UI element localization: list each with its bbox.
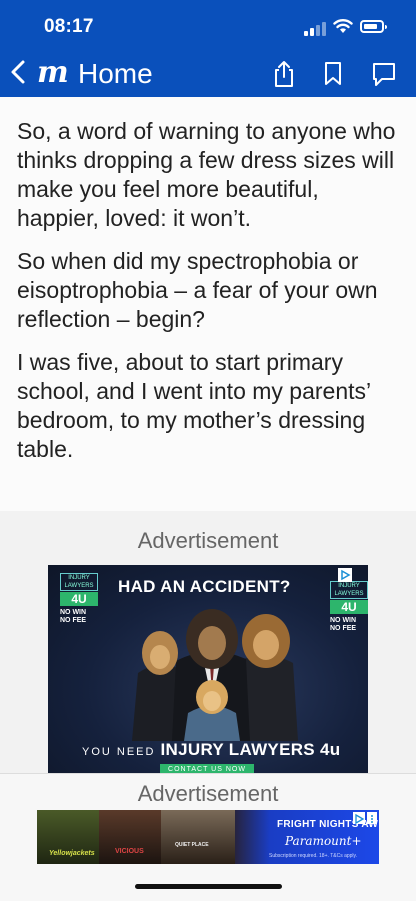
- back-chevron-icon: [11, 60, 25, 84]
- adchoices-icon[interactable]: [353, 812, 365, 825]
- lion-family-illustration: [132, 609, 298, 741]
- banner-fine-print: Subscription required. 18+. T&Cs apply.: [269, 853, 358, 859]
- comment-icon[interactable]: [370, 60, 398, 88]
- ad-brand-logo: INJURY LAWYERS 4U NO WIN NO FEE: [60, 573, 98, 625]
- wifi-icon: [333, 19, 353, 33]
- injury-lawyers-ad[interactable]: INJURY LAWYERS 4U NO WIN NO FEE INJURY L…: [48, 565, 368, 773]
- article-body: So, a word of warning to anyone who thin…: [17, 117, 399, 478]
- back-label[interactable]: Home: [78, 58, 153, 90]
- back-button[interactable]: [8, 56, 28, 93]
- article-paragraph: I was five, about to start primary schoo…: [17, 349, 371, 462]
- show-title: QUIET PLACE: [175, 842, 209, 848]
- ad-label: Advertisement: [137, 528, 279, 553]
- ad-tagline: YOU NEED INJURY LAWYERS 4u: [82, 740, 341, 759]
- bottom-ad-bar: Advertisement Yellowjackets VICIOUS QUIE…: [0, 773, 416, 901]
- bookmark-icon[interactable]: [324, 60, 342, 88]
- show-title: VICIOUS: [115, 848, 144, 855]
- app-header: 08:17 m Home: [0, 0, 416, 97]
- ad-label: Advertisement: [137, 781, 279, 806]
- article-paragraph: So when did my spectrophobia or eisoptro…: [17, 248, 378, 332]
- close-icon[interactable]: [367, 812, 377, 824]
- ad-brand-logo: INJURY LAWYERS 4U NO WIN NO FEE: [330, 581, 368, 633]
- share-icon[interactable]: [272, 60, 296, 88]
- ad-headline: HAD AN ACCIDENT?: [118, 577, 291, 596]
- status-time: 08:17: [44, 16, 94, 37]
- article-paragraph: So, a word of warning to anyone who thin…: [17, 118, 396, 231]
- contact-us-button[interactable]: CONTACT US NOW: [160, 764, 254, 773]
- paramount-banner-ad[interactable]: Yellowjackets VICIOUS QUIET PLACE FRIGHT…: [37, 810, 379, 864]
- status-bar: 08:17: [0, 0, 416, 50]
- show-title: Yellowjackets: [49, 850, 95, 857]
- nav-bar: m Home: [0, 52, 416, 96]
- home-indicator[interactable]: [135, 884, 282, 889]
- signal-icon: [304, 22, 326, 36]
- ad-tagline-brand: INJURY LAWYERS 4u: [160, 740, 341, 759]
- paramount-logo: Paramount+: [285, 834, 362, 848]
- advertisement-section: Advertisement INJURY LAWYERS 4U NO WIN N…: [0, 511, 416, 773]
- dailymail-logo[interactable]: m: [37, 58, 69, 88]
- battery-icon: [360, 20, 387, 33]
- adchoices-icon[interactable]: [338, 568, 352, 582]
